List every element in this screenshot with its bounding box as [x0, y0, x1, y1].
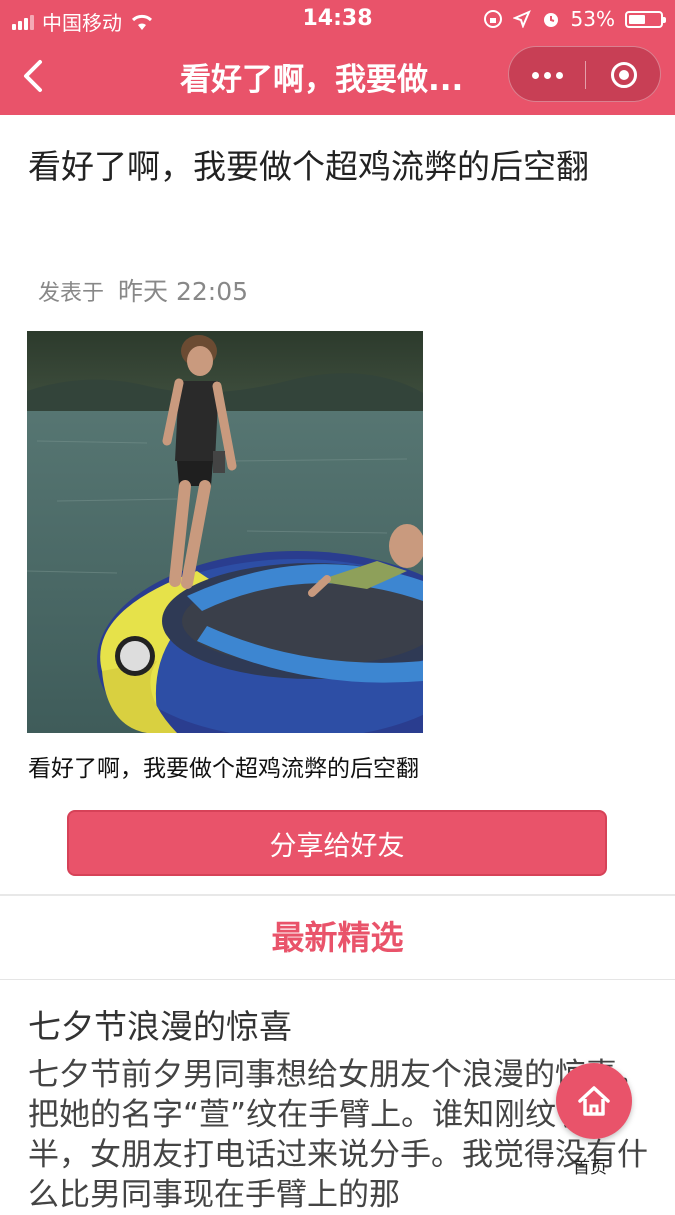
rotation-lock-icon: [483, 10, 502, 28]
location-icon: [512, 10, 531, 28]
battery-icon: [625, 10, 666, 28]
meta-time: 昨天 22:05: [118, 277, 249, 306]
home-label[interactable]: 首页: [573, 1153, 607, 1178]
article-title: 看好了啊，我要做个超鸡流弊的后空翻: [28, 147, 589, 186]
meta-prefix: 发表于: [38, 281, 105, 306]
close-button[interactable]: [586, 47, 662, 103]
article-meta: 发表于 昨天 22:05: [38, 272, 248, 308]
image-caption: 看好了啊，我要做个超鸡流弊的后空翻: [28, 756, 419, 782]
alarm-icon: [543, 13, 558, 27]
battery-fill: [629, 14, 645, 24]
more-button[interactable]: [509, 47, 585, 103]
trampoline-photo: [27, 331, 423, 733]
nav-bar: 看好了啊，我要做...: [0, 38, 675, 115]
target-circle-icon: [611, 62, 637, 88]
nav-title: 看好了啊，我要做...: [180, 62, 464, 98]
more-dots-icon: [531, 71, 563, 79]
status-right: 53%: [483, 7, 666, 31]
home-button[interactable]: [556, 1063, 632, 1139]
section-divider: [0, 894, 675, 896]
battery-percent: 53%: [570, 7, 615, 31]
chevron-left-icon[interactable]: [18, 56, 46, 96]
featured-post-title[interactable]: 七夕节浪漫的惊喜: [28, 1000, 292, 1048]
section-divider-lower: [0, 979, 675, 980]
share-button[interactable]: 分享给好友: [67, 810, 607, 876]
featured-section-title: 最新精选: [271, 918, 404, 957]
status-bar: 中国移动 14:38 53%: [0, 0, 675, 38]
article-image: [27, 331, 423, 733]
featured-post-excerpt[interactable]: 七夕节前夕男同事想给女朋友个浪漫的惊喜，把她的名字“萱”纹在手臂上。谁知刚纹了一…: [28, 1055, 648, 1215]
home-icon: [578, 1086, 610, 1116]
mini-program-capsule: [508, 46, 661, 102]
